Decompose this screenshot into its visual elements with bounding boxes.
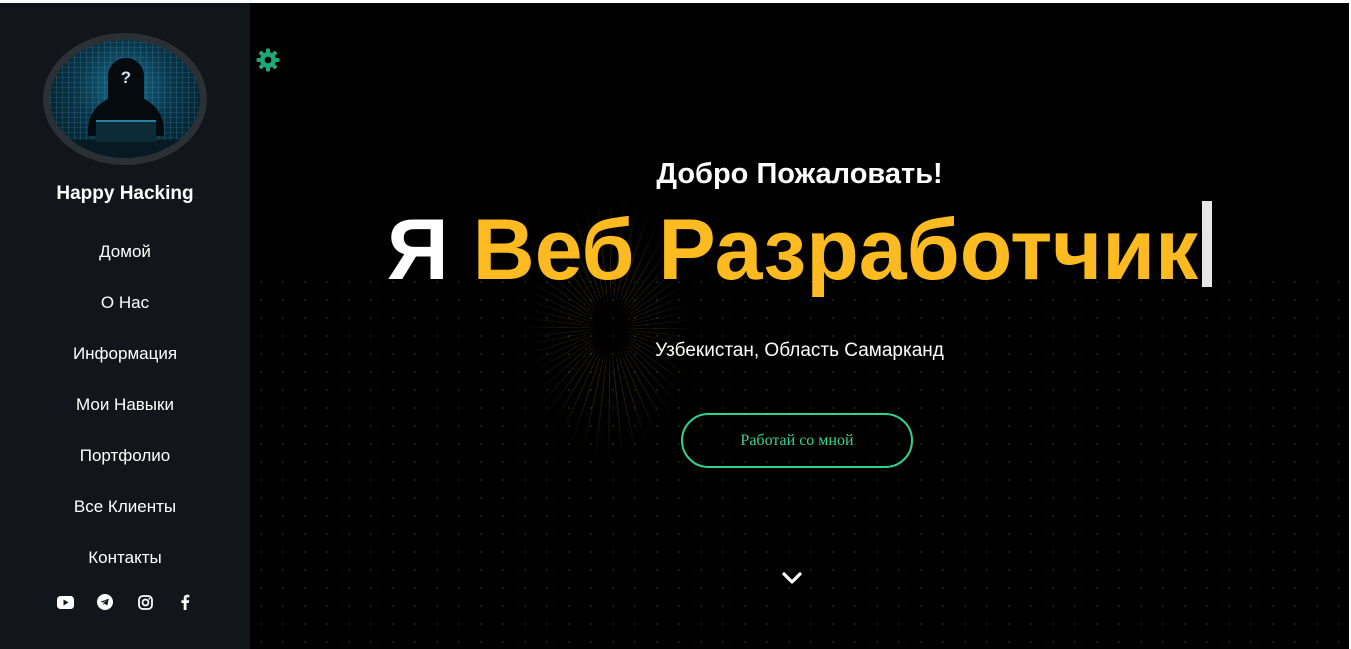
avatar-hood: ? (108, 58, 144, 104)
nav-item-skills[interactable]: Мои Навыки (0, 392, 250, 443)
sidebar: ? Happy Hacking Домой О Нас Информация М… (0, 3, 250, 649)
site-name[interactable]: Happy Hacking (0, 183, 250, 205)
location-text: Узбекистан, Область Самарканд (655, 340, 944, 361)
avatar-desk (50, 140, 200, 158)
social-links (0, 593, 250, 611)
hero-headline: Я Веб Разработчик (250, 201, 1349, 298)
instagram-icon[interactable] (136, 593, 154, 611)
nav-item-home[interactable]: Домой (0, 239, 250, 290)
chevron-down-icon[interactable] (780, 569, 804, 587)
telegram-icon[interactable] (96, 593, 114, 611)
youtube-icon[interactable] (56, 593, 74, 611)
facebook-icon[interactable] (176, 593, 194, 611)
nav-item-clients[interactable]: Все Клиенты (0, 494, 250, 545)
nav-item-portfolio[interactable]: Портфолио (0, 443, 250, 494)
welcome-heading: Добро Пожаловать! (656, 158, 943, 190)
sidebar-nav: Домой О Нас Информация Мои Навыки Портфо… (0, 239, 250, 596)
gear-icon[interactable] (255, 47, 281, 73)
nav-item-contacts[interactable]: Контакты (0, 545, 250, 596)
headline-prefix: Я (386, 202, 449, 298)
work-with-me-button[interactable]: Работай со мной (681, 413, 913, 468)
page-frame: ? Happy Hacking Домой О Нас Информация М… (0, 3, 1349, 649)
hero-section: Добро Пожаловать! Я Веб Разработчик Узбе… (250, 3, 1349, 649)
avatar: ? (43, 33, 207, 165)
avatar-question-mark: ? (120, 68, 132, 87)
avatar-laptop (96, 120, 156, 142)
nav-item-about[interactable]: О Нас (0, 290, 250, 341)
nav-item-information[interactable]: Информация (0, 341, 250, 392)
typing-cursor (1202, 201, 1213, 287)
headline-role: Веб Разработчик (472, 202, 1199, 298)
